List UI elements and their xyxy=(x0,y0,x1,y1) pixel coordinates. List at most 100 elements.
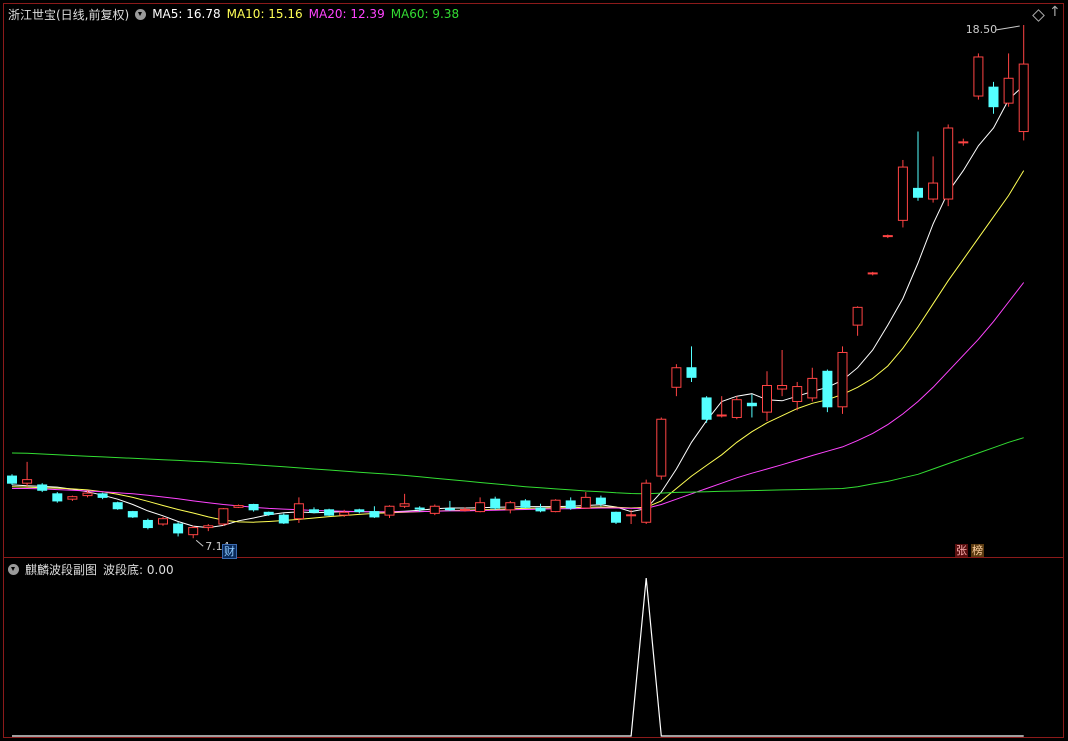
candle[interactable] xyxy=(127,510,138,518)
candle-body xyxy=(444,508,455,511)
candle-body xyxy=(565,500,576,509)
kline-chart[interactable]: 18.507.14 xyxy=(0,0,1068,741)
candle-body xyxy=(656,418,667,477)
candle[interactable] xyxy=(822,369,833,413)
candle[interactable] xyxy=(490,496,501,510)
candle-body xyxy=(369,511,380,518)
limit-up-tag[interactable]: 张 xyxy=(955,544,968,557)
candle-body xyxy=(173,523,184,534)
candle[interactable] xyxy=(958,138,969,146)
candle[interactable] xyxy=(731,396,742,420)
candle-body xyxy=(188,527,199,536)
candle[interactable] xyxy=(897,159,908,228)
candle[interactable] xyxy=(928,156,939,203)
candle[interactable] xyxy=(369,506,380,518)
candle[interactable] xyxy=(746,394,757,418)
candle[interactable] xyxy=(1003,53,1014,107)
candle-body xyxy=(460,508,470,511)
candle-body xyxy=(807,377,818,399)
candle[interactable] xyxy=(158,516,168,526)
candle[interactable] xyxy=(535,503,546,513)
candle[interactable] xyxy=(429,504,440,516)
candle[interactable] xyxy=(188,525,199,539)
candle[interactable] xyxy=(384,505,395,518)
candle-body xyxy=(82,492,93,497)
candle[interactable] xyxy=(641,479,652,525)
candle[interactable] xyxy=(988,81,999,114)
candle[interactable] xyxy=(7,474,17,485)
ranking-tag[interactable]: 榜 xyxy=(971,544,984,557)
candle-body xyxy=(384,505,395,516)
candle-body xyxy=(248,503,259,511)
candle[interactable] xyxy=(701,396,712,423)
candle-body xyxy=(475,502,486,513)
candle[interactable] xyxy=(112,501,123,510)
candle[interactable] xyxy=(867,271,878,276)
candle[interactable] xyxy=(444,500,455,511)
candle[interactable] xyxy=(203,524,214,532)
candle-body xyxy=(97,493,108,498)
candle[interactable] xyxy=(882,234,893,239)
candle[interactable] xyxy=(293,497,304,523)
candle[interactable] xyxy=(716,396,727,418)
candle-body xyxy=(746,402,757,407)
candle[interactable] xyxy=(762,371,772,422)
candle[interactable] xyxy=(399,493,410,509)
candle[interactable] xyxy=(626,509,637,525)
candle[interactable] xyxy=(852,306,863,336)
candle[interactable] xyxy=(324,508,335,516)
candle[interactable] xyxy=(37,483,48,493)
candle[interactable] xyxy=(52,492,63,503)
candle-body xyxy=(1018,63,1029,133)
candle[interactable] xyxy=(248,503,259,512)
candle[interactable] xyxy=(505,500,516,514)
candle[interactable] xyxy=(943,124,954,207)
candle-body xyxy=(7,475,17,484)
candle[interactable] xyxy=(309,507,319,514)
candle-body xyxy=(897,166,908,221)
candle[interactable] xyxy=(565,497,576,510)
candle-body xyxy=(158,518,168,525)
candle[interactable] xyxy=(97,492,108,500)
candle[interactable] xyxy=(913,131,923,201)
candle[interactable] xyxy=(686,346,697,382)
candle-body xyxy=(535,507,546,512)
candle[interactable] xyxy=(671,364,682,397)
candle[interactable] xyxy=(173,522,184,537)
candle[interactable] xyxy=(777,349,788,397)
ma5-line xyxy=(11,85,1025,529)
ma20-line xyxy=(12,282,1025,513)
candle[interactable] xyxy=(792,381,803,411)
candle[interactable] xyxy=(1018,25,1029,141)
candle-body xyxy=(777,385,788,390)
candle[interactable] xyxy=(22,461,33,487)
candle-body xyxy=(278,514,289,524)
candle[interactable] xyxy=(550,499,561,513)
candle[interactable] xyxy=(233,504,244,509)
candle-body xyxy=(37,484,48,491)
candle[interactable] xyxy=(837,346,848,414)
candle-body xyxy=(626,514,637,517)
candle-body xyxy=(595,497,606,505)
candle[interactable] xyxy=(67,495,78,501)
candle[interactable] xyxy=(973,53,984,100)
candle-body xyxy=(882,235,893,238)
candle-body xyxy=(233,505,244,508)
candle-body xyxy=(22,479,33,484)
candle[interactable] xyxy=(142,518,153,530)
ma10-line xyxy=(11,170,1025,523)
candle-body xyxy=(127,511,138,518)
candle[interactable] xyxy=(278,513,289,525)
finance-tag[interactable]: 财 xyxy=(222,544,237,559)
candle[interactable] xyxy=(354,508,365,514)
candle[interactable] xyxy=(218,508,229,526)
candle-body xyxy=(339,511,350,516)
candle-body xyxy=(731,399,742,418)
candle[interactable] xyxy=(475,497,486,513)
candle[interactable] xyxy=(611,511,621,525)
candle[interactable] xyxy=(807,367,818,402)
candle[interactable] xyxy=(656,417,667,480)
candle[interactable] xyxy=(520,499,531,509)
candle[interactable] xyxy=(580,492,591,509)
candle-body xyxy=(716,414,727,417)
